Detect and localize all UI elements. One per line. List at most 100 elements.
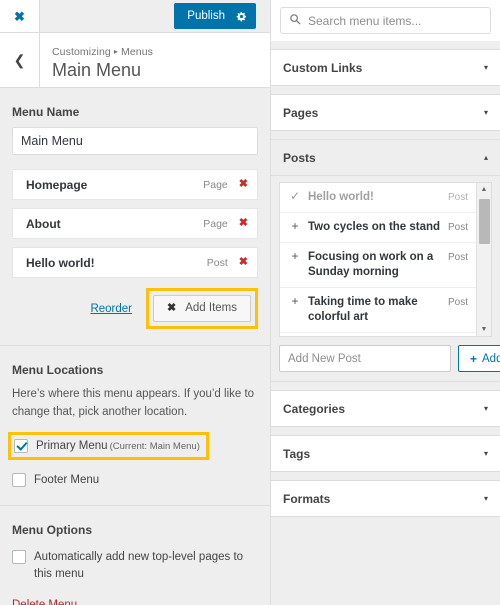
menu-item-type: Page <box>203 178 228 191</box>
accordion-header-formats[interactable]: Formats ▾ <box>271 481 500 516</box>
scroll-down-arrow-icon[interactable]: ▼ <box>477 323 491 336</box>
accordion-section-pages: Pages ▾ <box>271 94 500 131</box>
chevron-up-icon: ▴ <box>483 152 488 162</box>
plus-icon: + <box>291 249 299 263</box>
accordion-header-custom-links[interactable]: Custom Links ▾ <box>271 50 500 85</box>
customizer-left-panel: ✖ Publish ❮ Customizing ▸ Menus Main Men… <box>0 0 270 605</box>
accordion-header-pages[interactable]: Pages ▾ <box>271 95 500 130</box>
add-items-button-label: Add Items <box>185 301 237 314</box>
available-post-title: Focusing on work on a Sunday morning <box>308 251 434 278</box>
footer-menu-label: Footer Menu <box>34 474 100 487</box>
available-post-row[interactable]: + Two cycles on the stand Post <box>280 213 476 243</box>
publish-button-label: Publish <box>187 10 225 22</box>
available-post-type: Post <box>447 222 468 233</box>
auto-add-pages-checkbox[interactable] <box>12 549 26 564</box>
footer-menu-checkbox[interactable] <box>12 473 26 488</box>
breadcrumb-current: Menus <box>121 45 154 58</box>
add-new-post-button-label: Add <box>482 352 500 365</box>
divider <box>0 504 270 506</box>
search-input[interactable] <box>308 13 482 28</box>
accordion-label: Custom Links <box>283 60 363 75</box>
menu-item-title: Homepage <box>26 177 88 192</box>
gear-icon <box>236 11 247 22</box>
available-post-title: Hello world! <box>308 191 374 203</box>
available-posts-list: ✓ Hello world! Post + Two cycles on the … <box>280 183 476 336</box>
panel-header-text: Customizing ▸ Menus Main Menu <box>40 33 153 87</box>
primary-menu-label: Primary Menu (Current: Main Menu) <box>36 438 200 455</box>
search-icon <box>289 12 301 30</box>
available-post-row[interactable]: + Focusing on work on a Sunday morning P… <box>280 243 476 288</box>
add-new-post-input[interactable] <box>279 345 451 372</box>
available-posts-container: ✓ Hello world! Post + Two cycles on the … <box>279 182 492 337</box>
accordion-section-custom-links: Custom Links ▾ <box>271 49 500 86</box>
menu-item-row[interactable]: About Page ✖ <box>12 208 258 239</box>
primary-menu-label-text: Primary Menu <box>36 439 108 452</box>
menu-locations-heading: Menu Locations <box>12 363 104 377</box>
available-post-row-partial[interactable] <box>280 333 476 336</box>
search-box[interactable] <box>280 7 491 34</box>
breadcrumb-root: Customizing <box>52 45 111 58</box>
accordion-label: Tags <box>283 446 311 461</box>
remove-menu-item-icon[interactable]: ✖ <box>239 257 248 268</box>
available-post-type: Post <box>447 192 468 203</box>
back-button[interactable]: ❮ <box>0 33 40 87</box>
primary-menu-checkbox[interactable] <box>14 438 28 453</box>
available-post-type: Post <box>447 296 468 308</box>
reorder-link[interactable]: Reorder <box>90 303 132 315</box>
plus-icon: + <box>470 351 478 366</box>
menu-item-row[interactable]: Homepage Page ✖ <box>12 169 258 200</box>
check-icon: ✓ <box>289 189 301 203</box>
divider <box>0 345 270 346</box>
accordion-section-posts: Posts ▴ ✓ Hello world! Post + Two cycles… <box>271 139 500 382</box>
available-menu-items-panel: Custom Links ▾ Pages ▾ Posts ▴ ✓ <box>270 0 500 605</box>
panel-section-header: ❮ Customizing ▸ Menus Main Menu <box>0 32 270 88</box>
close-icon: ✖ <box>167 302 177 314</box>
primary-menu-current-note: (Current: Main Menu) <box>109 440 200 452</box>
posts-list-scrollbar[interactable]: ▲ ▼ <box>476 183 491 336</box>
accordion-header-posts[interactable]: Posts ▴ <box>271 140 500 175</box>
add-new-post-button[interactable]: + Add <box>458 345 500 372</box>
chevron-down-icon: ▾ <box>483 448 488 458</box>
menu-item-title: Hello world! <box>26 255 95 270</box>
chevron-down-icon: ▾ <box>483 107 488 117</box>
delete-menu-link[interactable]: Delete Menu <box>12 599 77 605</box>
available-post-title: Taking time to make colorful art <box>308 295 418 323</box>
scrollbar-thumb[interactable] <box>479 199 490 244</box>
accordion-label: Categories <box>283 401 346 416</box>
menu-name-label: Menu Name <box>12 105 80 119</box>
auto-add-pages-option[interactable]: Automatically add new top-level pages to… <box>12 549 258 582</box>
customizer-screen: ✖ Publish ❮ Customizing ▸ Menus Main Men… <box>0 0 500 605</box>
location-option-footer-menu[interactable]: Footer Menu <box>12 472 258 489</box>
plus-icon: + <box>291 293 299 308</box>
menu-actions-row: Reorder ✖ Add Items <box>12 288 258 329</box>
search-section <box>271 0 500 41</box>
menu-item-title: About <box>26 216 61 231</box>
scrollbar-track[interactable] <box>477 196 491 323</box>
accordion-header-tags[interactable]: Tags ▾ <box>271 436 500 471</box>
menu-name-input[interactable] <box>12 127 258 155</box>
accordion-section-formats: Formats ▾ <box>271 480 500 517</box>
remove-menu-item-icon[interactable]: ✖ <box>239 179 248 190</box>
auto-add-pages-label: Automatically add new top-level pages to… <box>34 550 244 580</box>
accordion-label: Pages <box>283 105 319 120</box>
top-bar-spacer <box>40 0 174 32</box>
accordion-label: Posts <box>283 150 316 165</box>
close-customizer-button[interactable]: ✖ <box>0 0 40 32</box>
scroll-up-arrow-icon[interactable]: ▲ <box>477 183 491 196</box>
chevron-down-icon: ▾ <box>483 62 488 72</box>
add-items-button[interactable]: ✖ Add Items <box>153 295 251 322</box>
add-items-highlight: ✖ Add Items <box>146 288 258 329</box>
available-post-row[interactable]: + Taking time to make colorful art Post <box>280 288 476 333</box>
breadcrumb: Customizing ▸ Menus <box>52 46 153 58</box>
location-option-primary-menu[interactable]: Primary Menu (Current: Main Menu) <box>8 431 209 461</box>
menu-item-row[interactable]: Hello world! Post ✖ <box>12 247 258 278</box>
accordion-header-categories[interactable]: Categories ▾ <box>271 391 500 426</box>
accordion-section-categories: Categories ▾ <box>271 390 500 427</box>
chevron-left-icon: ❮ <box>13 52 26 68</box>
available-post-row: ✓ Hello world! Post <box>280 183 476 213</box>
available-post-type: Post <box>447 252 468 263</box>
breadcrumb-separator-icon: ▸ <box>113 46 118 56</box>
menu-locations-description: Here’s where this menu appears. If you’d… <box>12 388 255 418</box>
publish-button[interactable]: Publish <box>174 3 256 29</box>
remove-menu-item-icon[interactable]: ✖ <box>239 218 248 229</box>
